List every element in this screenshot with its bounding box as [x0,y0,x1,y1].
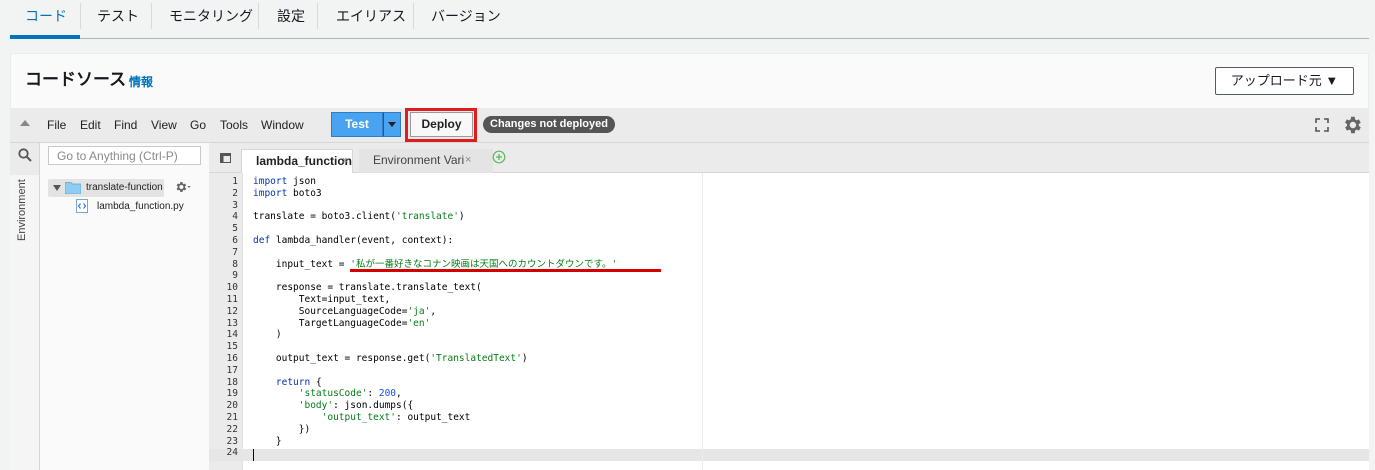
code-line: import boto3 [253,188,322,199]
top-tab-bar: コード テスト モニタリング 設定 エイリアス バージョン [0,0,1375,40]
line-number: 24 [226,447,238,458]
gear-icon[interactable] [1341,114,1363,136]
tab-divider [317,3,318,29]
menu-view[interactable]: View [151,118,177,132]
caret-down-icon[interactable] [53,185,61,191]
upload-from-button[interactable]: アップロード元 ▼ [1215,67,1354,95]
file-tree: translate-function lambda_function.py [40,175,209,470]
tab-divider [258,3,259,29]
menu-file[interactable]: File [47,118,66,132]
code-line: SourceLanguageCode='ja', [253,306,437,317]
tab-label: Environment Vari [373,153,465,167]
code-line: Text=input_text, [253,294,391,305]
caret-down-icon [388,122,396,127]
collapse-menu-icon[interactable] [20,120,30,126]
tab-test[interactable]: テスト [97,6,139,26]
search-icon[interactable] [18,148,32,162]
red-underline-annotation [350,269,661,272]
active-line-highlight [209,449,1369,461]
tab-label: lambda_function [256,154,353,168]
close-icon[interactable]: × [342,150,348,172]
test-button[interactable]: Test [331,112,383,137]
line-number: 15 [226,341,238,352]
close-icon[interactable]: × [465,149,471,171]
code-line: response = translate.translate_text( [253,282,482,293]
line-number: 5 [232,223,238,234]
menu-go[interactable]: Go [190,118,206,132]
tab-versions[interactable]: バージョン [431,6,501,26]
line-number: 6 [232,235,238,246]
code-line: ) [253,329,282,340]
tab-divider [151,3,152,29]
active-tab-indicator [10,35,80,39]
menu-window[interactable]: Window [261,118,304,132]
tab-list-icon[interactable] [220,153,231,163]
line-number: 4 [232,211,238,222]
line-number: 12 [226,306,238,317]
line-number: 17 [226,365,238,376]
tree-root-label: translate-function [86,182,163,193]
editor-tab-bar: lambda_function × Environment Vari × [209,143,1369,173]
tab-divider [80,3,81,29]
page-title: コードソース [25,70,127,89]
environment-vertical-tab[interactable]: Environment [10,175,39,470]
tab-monitoring[interactable]: モニタリング [169,6,253,26]
add-tab-icon[interactable] [492,150,506,164]
fullscreen-icon[interactable] [1315,118,1329,132]
tab-divider [413,3,414,29]
line-number: 22 [226,424,238,435]
line-number: 2 [232,188,238,199]
code-line: 'statusCode': 200, [298,388,402,399]
print-margin [702,173,703,470]
goto-anything-input[interactable] [48,146,201,165]
tree-item-root[interactable]: translate-function [48,179,164,197]
info-link[interactable]: 情報 [129,73,153,90]
line-number: 7 [232,247,238,258]
code-line: 'body': json.dumps({ [298,400,414,411]
line-number: 21 [226,412,238,423]
python-file-icon [76,199,88,213]
code-line: } [253,436,282,447]
code-line: 'output_text': output_text [321,412,471,423]
line-number: 20 [226,400,238,411]
folder-icon [65,182,81,194]
menu-tools[interactable]: Tools [220,118,248,132]
environment-tab-label: Environment [16,179,28,241]
line-number: 14 [226,329,238,340]
code-line: }) [253,424,311,435]
tab-aliases[interactable]: エイリアス [336,6,406,26]
line-number: 9 [232,270,238,281]
line-number: 10 [226,282,238,293]
code-line: output_text = response.get('TranslatedTe… [253,353,528,364]
code-line: def lambda_handler(event, context): [253,235,454,246]
ide-toolbar: File Edit Find View Go Tools Window Test… [10,108,1369,143]
tab-lambda-function[interactable]: lambda_function × [241,149,353,173]
text-cursor [253,449,254,461]
tab-code[interactable]: コード [25,6,67,26]
menu-edit[interactable]: Edit [80,118,101,132]
tab-environment-variables[interactable]: Environment Vari × [359,149,493,173]
tree-item-lambda-function[interactable]: lambda_function.py [97,201,184,212]
test-dropdown-button[interactable] [383,112,401,137]
status-badge: Changes not deployed [483,116,615,133]
menu-find[interactable]: Find [114,118,137,132]
code-line: import json [253,176,316,187]
line-number: 11 [226,294,238,305]
tab-settings[interactable]: 設定 [277,6,305,26]
code-line: translate = boto3.client('translate') [253,211,465,222]
deploy-button[interactable]: Deploy [410,112,473,137]
line-number: 19 [226,388,238,399]
line-number: 1 [232,176,238,187]
tab-bar-rule [10,38,1369,39]
gear-dropdown-icon[interactable] [175,180,191,194]
line-number: 16 [226,353,238,364]
